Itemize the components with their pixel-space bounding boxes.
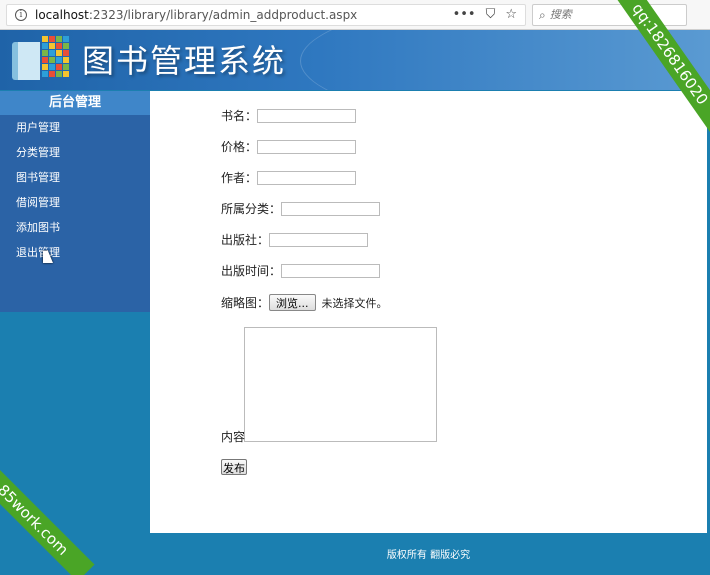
publish-button[interactable]: 发布: [221, 459, 247, 475]
browser-search-box[interactable]: ⌕: [532, 4, 687, 26]
site-title: 图书管理系统: [82, 42, 287, 80]
thumbnail-label: 缩略图：: [221, 296, 270, 310]
site-banner: 图书管理系统: [0, 30, 710, 90]
form-row-publish-time: 出版时间：: [221, 262, 381, 279]
address-bar-tools: ••• ⛉ ☆: [453, 7, 517, 23]
sidebar-item-add-book[interactable]: 添加图书: [0, 215, 150, 240]
url-host: localhost: [35, 8, 89, 22]
form-row-author: 作者：: [221, 169, 357, 186]
mouse-cursor-icon: [43, 251, 53, 263]
title-input[interactable]: [257, 108, 357, 123]
author-label: 作者：: [221, 171, 258, 185]
footer-copyright: 版权所有 翻版必究: [386, 550, 471, 561]
content-label: 内容: [221, 430, 246, 444]
publish-time-label: 出版时间：: [221, 264, 282, 278]
form-row-title: 书名：: [221, 107, 357, 124]
form-row-category: 所属分类：: [221, 200, 381, 217]
category-input[interactable]: [281, 201, 381, 216]
url-path: :2323/library/library/admin_addproduct.a…: [88, 8, 358, 22]
more-actions-icon[interactable]: •••: [453, 7, 476, 23]
browser-toolbar: i localhost:2323/library/library/admin_a…: [0, 0, 710, 30]
publisher-label: 出版社：: [221, 233, 270, 247]
content-textarea[interactable]: [244, 327, 437, 442]
sidebar-header: 后台管理: [0, 91, 150, 115]
url-text[interactable]: localhost:2323/library/library/admin_add…: [35, 8, 357, 22]
form-row-thumbnail: 缩略图： 浏览... 未选择文件。: [221, 294, 388, 311]
sidebar-item-user-management[interactable]: 用户管理: [0, 115, 150, 140]
sidebar-item-category-management[interactable]: 分类管理: [0, 140, 150, 165]
title-label: 书名：: [221, 109, 258, 123]
browse-file-button[interactable]: 浏览...: [269, 294, 316, 311]
price-label: 价格：: [221, 140, 258, 154]
sidebar-item-logout[interactable]: 退出管理: [0, 240, 150, 265]
form-row-publisher: 出版社：: [221, 231, 369, 248]
form-row-price: 价格：: [221, 138, 357, 155]
add-book-form: 书名： 价格： 作者： 所属分类： 出版社： 出版时间： 缩略图： 浏览... …: [150, 91, 707, 533]
info-icon[interactable]: i: [15, 9, 27, 21]
bookmark-star-icon[interactable]: ☆: [505, 7, 517, 23]
file-status-text: 未选择文件。: [321, 296, 388, 310]
author-input[interactable]: [257, 170, 357, 185]
sidebar-item-borrow-management[interactable]: 借阅管理: [0, 190, 150, 215]
price-input[interactable]: [257, 139, 357, 154]
admin-sidebar: 后台管理 用户管理 分类管理 图书管理 借阅管理 添加图书 退出管理: [0, 91, 150, 312]
library-logo-icon: [12, 36, 70, 82]
publisher-input[interactable]: [269, 232, 369, 247]
sidebar-item-book-management[interactable]: 图书管理: [0, 165, 150, 190]
pocket-icon[interactable]: ⛉: [486, 7, 496, 23]
search-icon: ⌕: [539, 7, 546, 22]
address-bar[interactable]: i localhost:2323/library/library/admin_a…: [6, 4, 526, 26]
category-label: 所属分类：: [221, 202, 282, 216]
watermark-ribbon-bottom-left: 85work.com: [0, 458, 95, 575]
publish-time-input[interactable]: [281, 263, 381, 278]
